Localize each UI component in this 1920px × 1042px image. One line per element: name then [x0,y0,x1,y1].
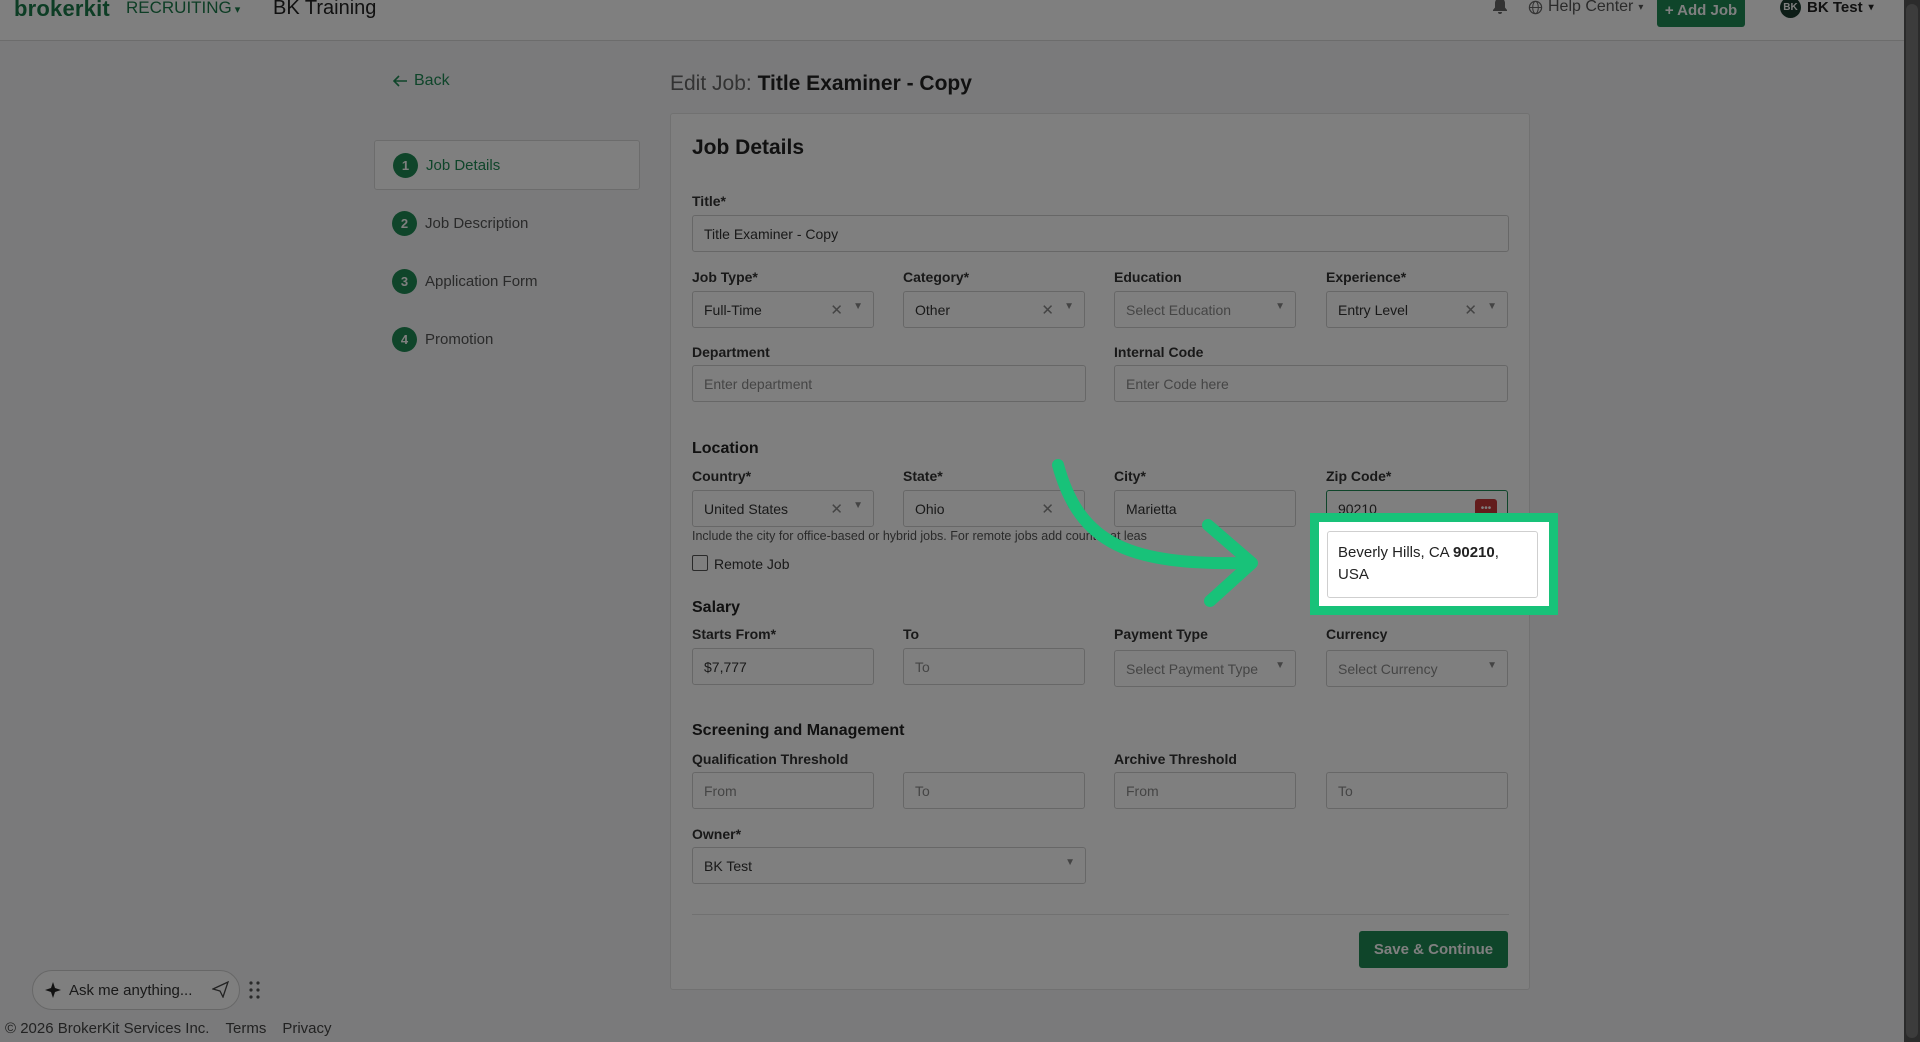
dim-overlay [0,0,1904,1042]
suggestion-prefix: Beverly Hills, CA [1338,544,1454,561]
scrollbar-thumb[interactable] [1906,4,1918,1038]
suggestion-zip: 90210 [1453,544,1495,561]
suggestion-suffix: , [1494,544,1499,561]
zip-suggestion-option[interactable]: Beverly Hills, CA 90210, USA [1327,531,1538,598]
tutorial-arrow-icon [1052,459,1258,607]
suggestion-country: USA [1338,566,1369,583]
